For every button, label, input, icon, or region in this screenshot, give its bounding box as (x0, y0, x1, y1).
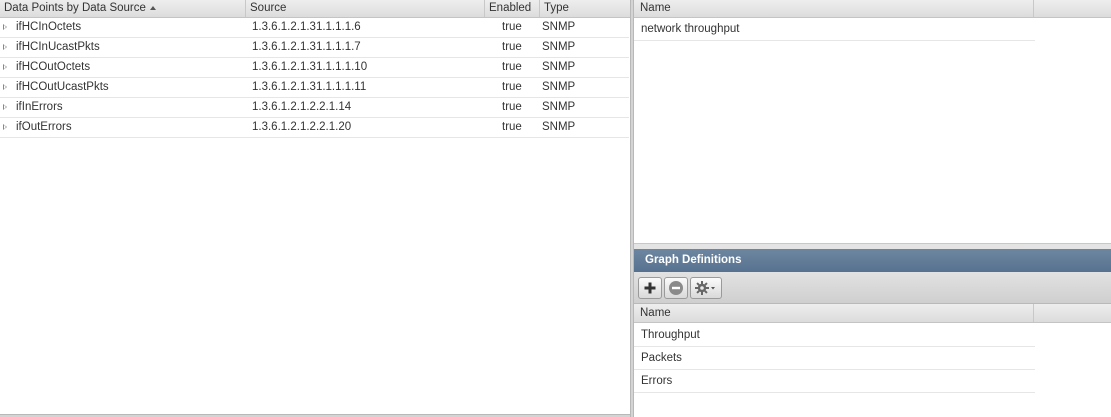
right-panel: Name network throughput Graph Definition… (634, 0, 1111, 417)
datapoint-name: ifHCOutOctets (16, 61, 91, 73)
template-name: network throughput (641, 23, 740, 35)
table-row[interactable]: ifHCInOctets 1.3.6.1.2.1.31.1.1.1.6 true… (0, 18, 629, 38)
datapoint-type: SNMP (542, 101, 576, 113)
datapoint-enabled: true (502, 101, 522, 113)
column-header-name[interactable]: Name (634, 0, 1034, 17)
datapoints-grid-header: Data Points by Data Source Source Enable… (0, 0, 630, 18)
column-header-source[interactable]: Source (246, 0, 485, 17)
column-header-label: Name (640, 2, 671, 14)
datapoint-type: SNMP (542, 121, 576, 133)
table-row[interactable]: network throughput (634, 18, 1035, 41)
graph-definitions-header: Graph Definitions (634, 249, 1111, 272)
datapoint-source: 1.3.6.1.2.1.31.1.1.1.7 (252, 41, 361, 53)
column-header-label: Type (544, 2, 569, 14)
table-row[interactable]: ifHCOutUcastPkts 1.3.6.1.2.1.31.1.1.1.11… (0, 78, 629, 98)
triangle-right-icon[interactable] (3, 24, 7, 30)
table-row[interactable]: ifHCOutOctets 1.3.6.1.2.1.31.1.1.1.10 tr… (0, 58, 629, 78)
column-header-type[interactable]: Type (540, 0, 629, 17)
table-row[interactable]: ifOutErrors 1.3.6.1.2.1.2.2.1.20 true SN… (0, 118, 629, 138)
datapoint-name: ifHCInOctets (16, 21, 82, 33)
datapoint-name: ifInErrors (16, 101, 63, 113)
graph-actions-button[interactable] (690, 277, 722, 299)
column-header-label: Name (640, 307, 671, 319)
datapoint-source: 1.3.6.1.2.1.31.1.1.1.11 (252, 81, 367, 93)
graph-grid-header: Name (634, 304, 1111, 323)
datapoint-type: SNMP (542, 21, 576, 33)
datapoint-enabled: true (502, 81, 522, 93)
triangle-right-icon[interactable] (3, 44, 7, 50)
sort-ascending-icon (149, 6, 156, 10)
datapoint-name: ifOutErrors (16, 121, 72, 133)
datapoint-enabled: true (502, 21, 522, 33)
plus-icon (644, 282, 656, 294)
datapoint-name: ifHCOutUcastPkts (16, 81, 109, 93)
delete-graph-button[interactable] (664, 277, 688, 299)
triangle-right-icon[interactable] (3, 64, 7, 70)
datapoint-source: 1.3.6.1.2.1.2.2.1.20 (252, 121, 352, 133)
datapoint-enabled: true (502, 121, 522, 133)
graph-definitions-toolbar (634, 272, 1111, 304)
column-header-label: Enabled (489, 2, 532, 14)
panel-title: Graph Definitions (645, 254, 742, 266)
column-header-label: Data Points by Data Source (4, 2, 146, 14)
graph-name: Packets (641, 352, 682, 364)
column-header-name[interactable]: Name (634, 304, 1034, 322)
graph-name: Throughput (641, 329, 700, 341)
datapoint-type: SNMP (542, 41, 576, 53)
datapoint-type: SNMP (542, 81, 576, 93)
datapoint-source: 1.3.6.1.2.1.31.1.1.1.6 (252, 21, 361, 33)
datapoint-enabled: true (502, 41, 522, 53)
triangle-right-icon[interactable] (3, 84, 7, 90)
table-row[interactable]: ifHCInUcastPkts 1.3.6.1.2.1.31.1.1.1.7 t… (0, 38, 629, 58)
column-header-enabled[interactable]: Enabled (485, 0, 540, 17)
triangle-right-icon[interactable] (3, 124, 7, 130)
datapoint-type: SNMP (542, 61, 576, 73)
column-header-label: Source (250, 2, 287, 14)
minus-icon (669, 281, 683, 295)
gear-icon (695, 281, 715, 295)
template-name-grid: Name network throughput (634, 0, 1111, 243)
graph-name: Errors (641, 375, 673, 387)
datapoint-enabled: true (502, 61, 522, 73)
datapoints-panel: Data Points by Data Source Source Enable… (0, 0, 630, 414)
list-item[interactable]: Packets (634, 347, 1035, 370)
list-item[interactable]: Errors (634, 370, 1035, 393)
datapoint-source: 1.3.6.1.2.1.31.1.1.1.10 (252, 61, 368, 73)
datapoint-source: 1.3.6.1.2.1.2.2.1.14 (252, 101, 352, 113)
add-graph-button[interactable] (638, 277, 662, 299)
list-item[interactable]: Throughput (634, 324, 1035, 347)
graph-definitions-grid: Name Throughput Packets Errors (634, 304, 1111, 417)
table-row[interactable]: ifInErrors 1.3.6.1.2.1.2.2.1.14 true SNM… (0, 98, 629, 118)
triangle-right-icon[interactable] (3, 104, 7, 110)
column-header-datapoint-name[interactable]: Data Points by Data Source (0, 0, 246, 17)
datapoint-name: ifHCInUcastPkts (16, 41, 100, 53)
template-grid-header: Name (634, 0, 1111, 18)
